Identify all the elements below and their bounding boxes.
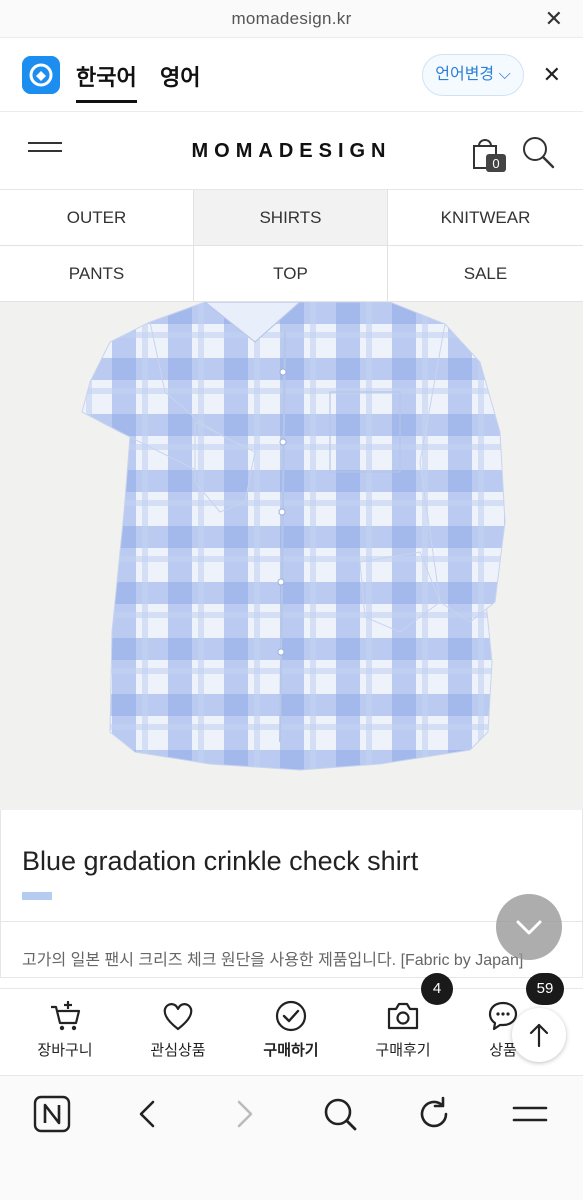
cart-action[interactable]: 장바구니 (20, 999, 110, 1060)
buy-action-label: 구매하기 (263, 1042, 319, 1059)
reviews-action[interactable]: 구매후기 (358, 999, 448, 1060)
scroll-down-button[interactable] (496, 894, 562, 960)
source-language-tab[interactable]: 한국어 (76, 60, 137, 103)
translate-app-logo-icon (22, 56, 60, 94)
title-accent-bar (22, 892, 52, 900)
category-shirts[interactable]: SHIRTS (194, 190, 388, 246)
product-title: Blue gradation crinkle check shirt (22, 846, 419, 876)
category-outer[interactable]: OUTER (0, 190, 194, 246)
heart-icon (163, 1003, 193, 1031)
back-to-top-button[interactable] (512, 1008, 566, 1062)
search-icon[interactable] (320, 1094, 360, 1134)
cart-plus-icon (51, 1001, 81, 1031)
wishlist-action-label: 관심상품 (150, 1042, 206, 1059)
search-icon[interactable] (520, 134, 556, 170)
translation-bar: 한국어 영어 언어변경 ⌵ ✕ (0, 38, 583, 112)
review-count-badge: 4 (421, 973, 453, 1005)
cart-action-label: 장바구니 (37, 1042, 93, 1059)
category-grid: OUTER SHIRTS KNITWEAR PANTS TOP SALE (0, 190, 583, 302)
cart-count: 0 (492, 156, 499, 171)
change-language-label: 언어변경 (435, 66, 495, 83)
check-circle-icon (275, 1000, 307, 1032)
product-description: 고가의 일본 팬시 크리즈 체크 원단을 사용한 제품입니다. [Fabric … (22, 952, 524, 969)
site-header: MOMADESIGN 0 (0, 112, 583, 190)
reviews-action-label: 구매후기 (375, 1042, 431, 1059)
category-sale[interactable]: SALE (388, 246, 583, 302)
forward-icon[interactable] (224, 1094, 264, 1134)
change-language-button[interactable]: 언어변경 ⌵ (422, 54, 524, 96)
category-pants[interactable]: PANTS (0, 246, 194, 302)
chevron-down-icon (516, 920, 542, 935)
shopping-bag-icon[interactable]: 0 (470, 134, 506, 172)
browser-nav-bar (0, 1076, 583, 1200)
target-language-tab[interactable]: 영어 (160, 60, 200, 92)
product-image[interactable] (0, 302, 583, 810)
naver-home-icon[interactable] (32, 1094, 72, 1134)
close-translation-icon[interactable]: ✕ (543, 62, 561, 88)
url-text[interactable]: momadesign.kr (0, 9, 583, 29)
back-icon[interactable] (128, 1094, 168, 1134)
product-action-bar: 장바구니 관심상품 구매하기 구매후기 상품 4 59 (0, 973, 583, 1076)
camera-icon (387, 1002, 419, 1030)
wishlist-action[interactable]: 관심상품 (133, 999, 223, 1060)
arrow-up-icon (529, 1023, 549, 1048)
category-top[interactable]: TOP (194, 246, 388, 302)
menu-icon[interactable] (510, 1094, 550, 1134)
qna-count-badge: 59 (526, 973, 564, 1005)
category-knitwear[interactable]: KNITWEAR (388, 190, 583, 246)
browser-url-bar: momadesign.kr ✕ (0, 0, 583, 38)
buy-action[interactable]: 구매하기 (246, 999, 336, 1060)
refresh-icon[interactable] (414, 1094, 454, 1134)
chevron-down-icon: ⌵ (498, 66, 511, 83)
close-tab-icon[interactable]: ✕ (545, 6, 563, 32)
